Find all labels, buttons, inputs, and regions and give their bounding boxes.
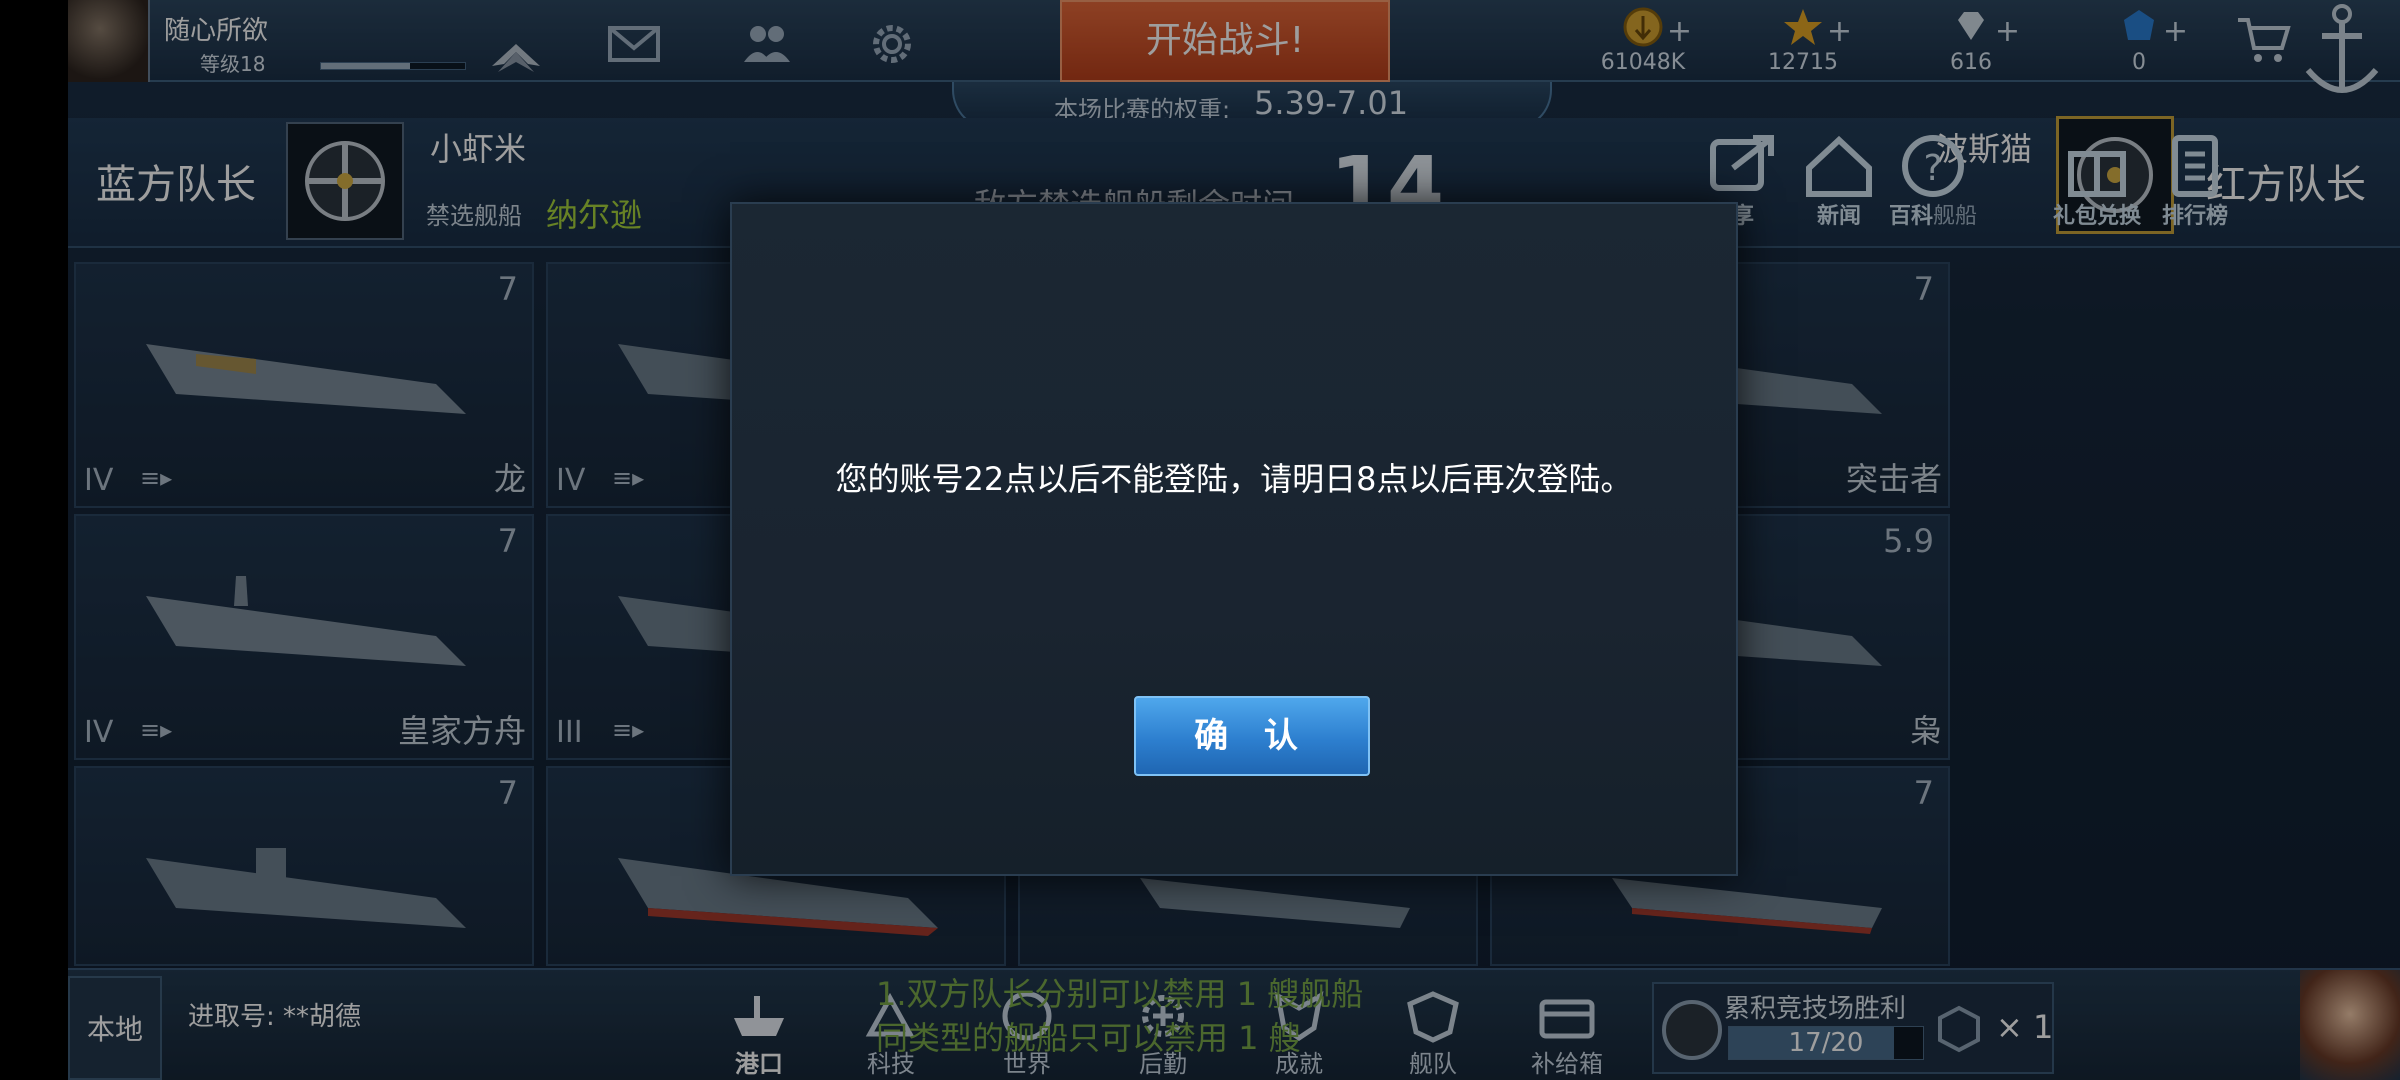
dialog-message: 您的账号22点以后不能登陆，请明日8点以后再次登陆。 [835, 460, 1633, 498]
confirm-button[interactable]: 确 认 [1134, 696, 1370, 776]
